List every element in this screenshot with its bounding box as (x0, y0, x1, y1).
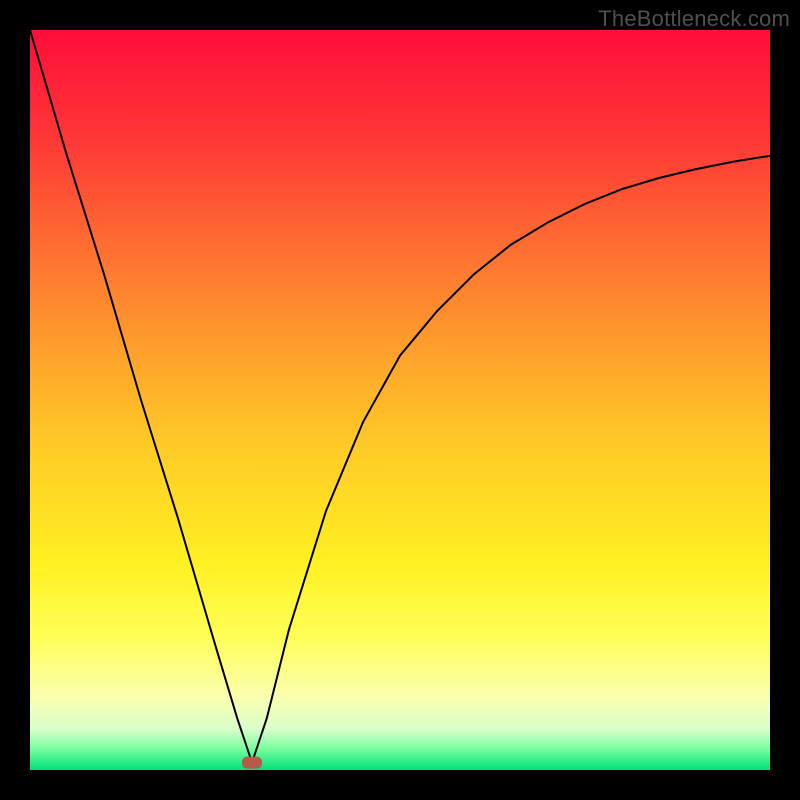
chart-frame: TheBottleneck.com (0, 0, 800, 800)
watermark-text: TheBottleneck.com (598, 6, 790, 32)
plot-area (30, 30, 770, 770)
minimum-marker (242, 757, 262, 769)
chart-svg (30, 30, 770, 770)
